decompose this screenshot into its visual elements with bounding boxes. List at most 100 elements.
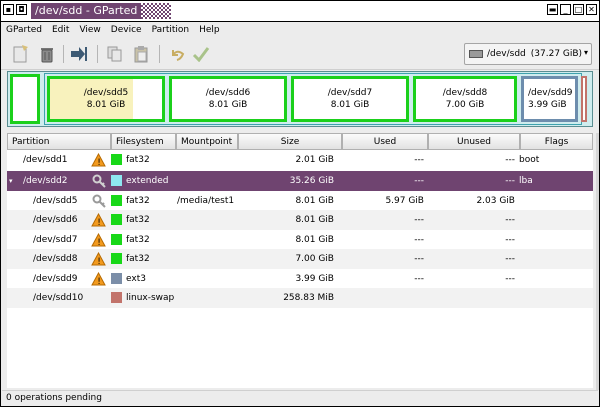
svg-text:!: ! [97,277,101,286]
key-icon [92,174,106,188]
svg-text:!: ! [97,257,101,266]
column-flags[interactable]: Flags [520,133,593,150]
used: 5.97 GiB [385,196,424,206]
filesystem: fat32 [126,215,150,225]
size: 3.99 GiB [295,274,334,284]
apply-button[interactable] [191,44,211,64]
filesystem-color-swatch [111,175,122,186]
filesystem: fat32 [126,254,150,264]
window-menu-icon[interactable]: ▪ [3,4,14,15]
delete-partition-button[interactable] [37,44,57,64]
toolbar-separator [63,45,64,63]
table-row[interactable]: /dev/sdd7 ! fat32 8.01 GiB --- --- [7,230,593,250]
harddisk-icon [469,50,483,58]
graph-partition-sdd7[interactable]: /dev/sdd7 8.01 GiB [291,76,409,122]
undo-button[interactable] [167,44,187,64]
graph-partition-sdd9[interactable]: /dev/sdd9 3.99 GiB [521,76,578,122]
table-row[interactable]: /dev/sdd5 fat32 /media/test1 8.01 GiB 5.… [7,191,593,211]
mountpoint: /media/test1 [177,196,235,206]
device-label: /dev/sdd [487,49,526,59]
size: 258.83 MiB [283,293,334,303]
undo-icon [172,50,185,61]
graph-partition-size: 3.99 GiB [528,100,567,110]
partition-table: /dev/sdd1 ! fat32 2.01 GiB --- --- boot … [7,150,593,388]
filesystem-color-swatch [111,154,122,165]
graph-partition-name: /dev/sdd9 [528,88,573,98]
device-selector[interactable]: /dev/sdd (37.27 GiB) ▾ [464,43,592,65]
partition-name: /dev/sdd6 [33,215,78,225]
unused: --- [505,254,515,264]
unused: --- [505,274,515,284]
paste-button[interactable] [131,44,151,64]
partition-name: /dev/sdd8 [33,254,78,264]
column-mountpoint[interactable]: Mountpoint [176,133,238,150]
table-row[interactable]: /dev/sdd9 ! ext3 3.99 GiB --- --- [7,269,593,289]
new-icon [13,45,28,63]
menu-view[interactable]: View [74,22,105,39]
used: --- [414,235,424,245]
used [337,288,424,308]
used: --- [414,254,424,264]
device-size: (37.27 GiB) [530,49,583,59]
unused [427,288,515,308]
menu-help[interactable]: Help [194,22,225,39]
partition-graph: /dev/sdd5 8.01 GiB /dev/sdd6 8.01 GiB /d… [7,71,593,127]
used: --- [414,155,424,165]
table-row[interactable]: /dev/sdd1 ! fat32 2.01 GiB --- --- boot [7,150,593,170]
unused: --- [505,176,515,186]
graph-partition-sdd1[interactable] [10,74,40,124]
window-edge [596,133,599,390]
menu-gparted[interactable]: GParted [1,22,47,39]
window-sticky-icon[interactable]: ◘ [16,4,27,15]
toolbar-separator [97,45,98,63]
minimize-icon[interactable]: _ [560,4,571,15]
graph-partition-sdd6[interactable]: /dev/sdd6 8.01 GiB [169,76,287,122]
filesystem: ext3 [126,274,146,284]
apply-check-icon [192,47,210,62]
size: 8.01 GiB [295,215,334,225]
filesystem: fat32 [126,196,150,206]
graph-partition-sdd5[interactable]: /dev/sdd5 8.01 GiB [47,76,165,122]
size: 7.00 GiB [295,254,334,264]
filesystem-color-swatch [111,253,122,264]
new-partition-button[interactable] [11,44,31,64]
resize-move-button[interactable] [69,44,89,64]
partition-name: /dev/sdd9 [33,274,78,284]
graph-partition-name: /dev/sdd6 [205,88,251,98]
filesystem: fat32 [126,235,150,245]
column-size[interactable]: Size [238,133,342,150]
partition-name: /dev/sdd1 [23,155,68,165]
column-partition[interactable]: Partition [7,133,111,150]
graph-partition-sdd8[interactable]: /dev/sdd8 7.00 GiB [413,76,517,122]
table-row[interactable]: /dev/sdd6 ! fat32 8.01 GiB --- --- [7,210,593,230]
maximize-icon[interactable]: □ [573,4,584,15]
size: 35.26 GiB [289,176,334,186]
copy-button[interactable] [105,44,125,64]
table-row[interactable]: /dev/sdd10 linux-swap 258.83 MiB [7,288,593,308]
graph-partition-size: 8.01 GiB [86,100,126,110]
delete-icon [41,48,53,63]
column-unused[interactable]: Unused [428,133,520,150]
unused: --- [505,215,515,225]
shade-icon[interactable]: ▬ [547,4,558,15]
graph-partition-name: /dev/sdd8 [442,88,488,98]
unused: --- [505,155,515,165]
table-row[interactable]: ▾ /dev/sdd2 extended 35.26 GiB --- --- l… [7,171,593,191]
copy-icon [107,46,122,62]
svg-text:!: ! [97,158,101,167]
menu-edit[interactable]: Edit [47,22,74,39]
close-icon[interactable]: ✕ [586,4,597,15]
filesystem-color-swatch [111,273,122,284]
warning-icon: ! [91,153,106,167]
used: --- [414,274,424,284]
column-used[interactable]: Used [342,133,428,150]
menu-device[interactable]: Device [106,22,147,39]
expander-icon[interactable]: ▾ [9,171,13,191]
flags: boot [519,155,540,165]
graph-partition-sdd10[interactable] [581,76,587,122]
column-filesystem[interactable]: Filesystem [111,133,176,150]
table-row[interactable]: /dev/sdd8 ! fat32 7.00 GiB --- --- [7,249,593,269]
graph-partition-size: 8.01 GiB [208,100,248,110]
menu-partition[interactable]: Partition [147,22,195,39]
warning-icon: ! [91,252,106,266]
